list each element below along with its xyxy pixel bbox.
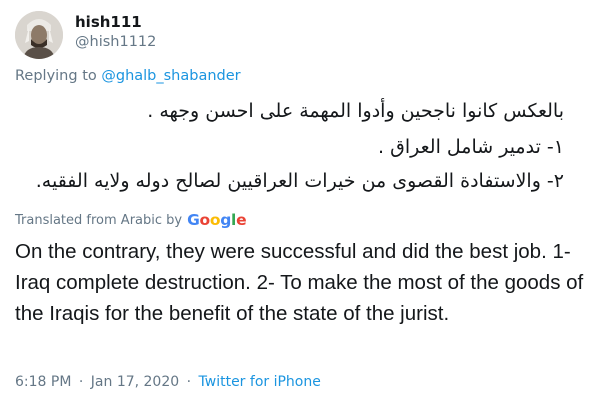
translation-attribution: Translated from Arabic by Google — [15, 211, 247, 229]
tweet-text-line-1: بالعكس كانوا ناجحين وأدوا المهمة على احس… — [147, 100, 564, 122]
replying-to: Replying to @ghalb_shabander — [15, 68, 241, 84]
avatar[interactable] — [15, 11, 63, 59]
replying-to-label: Replying to — [15, 68, 97, 84]
tweet-text-line-3: ٢- والاستفادة القصوى من خيرات العراقيين … — [35, 170, 564, 192]
meta-separator: · — [78, 374, 84, 390]
user-avatar-icon — [15, 11, 63, 59]
tweet-date[interactable]: Jan 17, 2020 — [91, 374, 179, 390]
google-logo-letter: g — [220, 211, 232, 229]
tweet-time[interactable]: 6:18 PM — [15, 374, 71, 390]
google-logo-letter: G — [187, 211, 200, 229]
author-handle[interactable]: @hish1112 — [75, 34, 156, 50]
tweet-card: hish111 @hish1112 Replying to @ghalb_sha… — [0, 0, 594, 405]
meta-separator: · — [186, 374, 192, 390]
tweet-metadata: 6:18 PM · Jan 17, 2020 · Twitter for iPh… — [15, 374, 321, 390]
google-logo-letter: o — [209, 211, 221, 229]
translated-from-label: Translated from Arabic by — [15, 212, 183, 228]
author-display-name[interactable]: hish111 — [75, 13, 142, 31]
translated-tweet-text: On the contrary, they were successful an… — [15, 240, 584, 325]
reply-target-link[interactable]: @ghalb_shabander — [101, 68, 240, 84]
google-logo[interactable]: Google — [187, 211, 246, 229]
google-logo-letter: o — [199, 211, 211, 229]
tweet-source-link[interactable]: Twitter for iPhone — [199, 374, 321, 390]
tweet-text-line-2: ١- تدمير شامل العراق . — [378, 136, 564, 158]
google-logo-letter: e — [236, 211, 247, 229]
